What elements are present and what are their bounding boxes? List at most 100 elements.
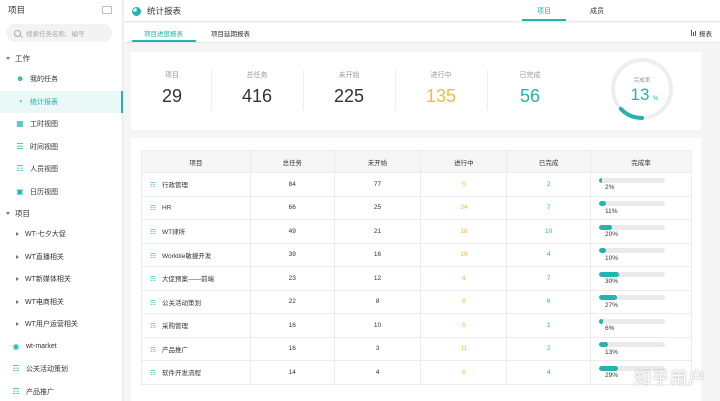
progress-bar — [599, 177, 666, 183]
sidebar: 项目 搜索任务名称、编号 工作 ☻ 我的任务 ◔ 统计报表 ▦ 工时视图 ☰ 时… — [0, 0, 123, 401]
sidebar-project-pr[interactable]: ☶ 公关活动策划 — [0, 358, 122, 381]
project-icon: ☶ — [150, 182, 156, 190]
sidebar-item-timeline[interactable]: ☰ 时间视图 — [0, 136, 122, 159]
progress-fill — [599, 177, 602, 183]
sidebar-item-label: 工时视图 — [30, 121, 58, 129]
table-row[interactable]: ☶ WT律所 49 21 18 10 20% — [141, 219, 692, 244]
sidebar-group-live[interactable]: WT直播相关 — [0, 246, 122, 269]
table-row[interactable]: ☶ 公关活动策划 22 8 8 6 27% — [141, 289, 692, 314]
stat-label: 已完成 — [519, 72, 541, 79]
stat-value: 29 — [161, 86, 183, 106]
table-row[interactable]: ☶ HR 66 25 34 7 11% — [141, 195, 692, 220]
col-header-in-progress[interactable]: 进行中 — [420, 150, 508, 173]
cell-project[interactable]: ☶ 软件开发流程 — [141, 360, 251, 385]
sidebar-item-calendar[interactable]: ▣ 日历视图 — [0, 181, 122, 204]
sidebar-item-my-tasks[interactable]: ☻ 我的任务 — [0, 68, 122, 91]
sidebar-item-members[interactable]: ☶ 人员视图 — [0, 158, 122, 181]
report-label: 报表 — [699, 31, 712, 38]
project-name: 大促预案——前端 — [162, 276, 214, 284]
section-project-label: 项目 — [15, 208, 30, 218]
divider — [211, 70, 212, 110]
project-name: Worktile敏捷开发 — [162, 252, 212, 260]
table-row[interactable]: ☶ 行政管理 84 77 5 2 2% — [141, 172, 692, 197]
sidebar-project-promotion[interactable]: ☶ 产品推广 — [0, 381, 122, 401]
cell-project[interactable]: ☶ 产品推广 — [141, 336, 251, 361]
project-icon: ◉ — [12, 341, 20, 351]
report-button[interactable]: 报表 — [691, 28, 712, 38]
sidebar-item-label: 产品推广 — [26, 388, 54, 396]
project-name: HR — [162, 204, 172, 212]
cell-project[interactable]: ☶ WT律所 — [141, 219, 251, 244]
sidebar-item-label: 公关活动策划 — [26, 366, 68, 374]
tab-projects[interactable]: 项目 — [537, 6, 551, 16]
cell-project[interactable]: ☶ 大促预案——前端 — [141, 266, 251, 291]
stat-not-started: 未开始 225 — [329, 70, 369, 107]
sidebar-item-label: 统计报表 — [30, 98, 58, 106]
user-icon: ☻ — [16, 74, 25, 84]
cell-project[interactable]: ☶ 采购管理 — [141, 313, 251, 338]
sidebar-group-ecommerce[interactable]: WT电商相关 — [0, 291, 122, 314]
rate-text: 20% — [605, 231, 619, 239]
sidebar-group-newmedia[interactable]: WT新媒体相关 — [0, 268, 122, 291]
table-header-row: 项目 总任务 未开始 进行中 已完成 完成率 — [141, 150, 692, 173]
cell-not-started: 25 — [333, 195, 422, 220]
cell-total: 39 — [249, 242, 335, 267]
cell-done: 10 — [506, 219, 592, 244]
cell-project[interactable]: ☶ 公关活动策划 — [141, 289, 251, 314]
sidebar-item-reports[interactable]: ◔ 统计报表 — [0, 90, 123, 113]
table-row[interactable]: ☶ 产品推广 16 3 11 2 13% — [141, 336, 692, 361]
col-header-not-started[interactable]: 未开始 — [333, 150, 422, 173]
table-row[interactable]: ☶ Worktile敏捷开发 39 16 19 4 10% — [141, 242, 692, 267]
sidebar-item-label: WT新媒体相关 — [25, 276, 71, 284]
table-row[interactable]: ☶ 大促预案——前端 23 12 4 7 30% — [141, 266, 692, 291]
completion-ring: 完成率 13 % — [611, 58, 673, 120]
table-row[interactable]: ☶ 软件开发流程 14 4 6 4 29% — [141, 360, 692, 385]
chevron-right-icon — [16, 299, 19, 304]
stat-value: 135 — [425, 86, 457, 106]
cell-not-started: 3 — [333, 336, 422, 361]
cell-project[interactable]: ☶ HR — [141, 195, 251, 220]
completion-unit: % — [653, 96, 659, 102]
col-header-done[interactable]: 已完成 — [506, 150, 592, 173]
sidebar-item-label: wt-market — [26, 343, 57, 351]
cell-total: 14 — [249, 360, 335, 385]
divider — [487, 70, 488, 110]
sidebar-group-user-ops[interactable]: WT用户运营相关 — [0, 313, 122, 336]
tab-progress-report[interactable]: 项目进度报表 — [144, 28, 183, 38]
tab-underline — [522, 19, 566, 21]
rate-text: 30% — [605, 278, 619, 286]
section-work[interactable]: 工作 — [0, 48, 122, 68]
cell-done: 2 — [506, 172, 592, 197]
col-header-rate[interactable]: 完成率 — [590, 150, 692, 173]
inbox-icon[interactable] — [102, 6, 112, 14]
section-work-label: 工作 — [15, 53, 30, 63]
tab-members[interactable]: 成员 — [590, 6, 604, 16]
tab-delay-report[interactable]: 项目延期报表 — [211, 28, 250, 38]
table-body: ☶ 行政管理 84 77 5 2 2% ☶ HR 66 25 34 7 11% ☶ WT律所 49 21 18 10 2… — [141, 172, 692, 385]
progress-fill — [599, 201, 607, 207]
cell-rate: 20% — [590, 219, 692, 244]
sidebar-group-qixi[interactable]: WT-七夕大促 — [0, 223, 122, 246]
chevron-right-icon — [16, 254, 19, 259]
sidebar-item-label: WT-七夕大促 — [25, 231, 66, 239]
top-header: 统计报表 项目 成员 — [124, 0, 720, 22]
project-icon: ☶ — [150, 370, 156, 378]
cell-project[interactable]: ☶ Worktile敏捷开发 — [141, 242, 251, 267]
cell-in-progress: 5 — [420, 172, 508, 197]
sidebar-project-wt-market[interactable]: ◉ wt-market — [0, 336, 122, 359]
search-input[interactable]: 搜索任务名称、编号 — [6, 24, 112, 42]
cell-in-progress: 5 — [420, 313, 508, 338]
project-icon: ☶ — [150, 276, 156, 284]
cell-project[interactable]: ☶ 行政管理 — [141, 172, 251, 197]
rate-text: 29% — [605, 372, 619, 380]
sidebar-title: 项目 — [8, 5, 26, 15]
col-header-project[interactable]: 项目 — [141, 150, 251, 173]
stat-projects: 项目 29 — [153, 70, 191, 107]
cell-rate: 11% — [590, 195, 692, 220]
report-table-panel: 项目 总任务 未开始 进行中 已完成 完成率 ☶ 行政管理 84 77 5 2 2% ☶ HR 6… — [131, 138, 701, 401]
search-placeholder: 搜索任务名称、编号 — [26, 31, 85, 38]
col-header-total[interactable]: 总任务 — [249, 150, 335, 173]
section-project[interactable]: 项目 — [0, 203, 122, 223]
table-row[interactable]: ☶ 采购管理 16 10 5 1 6% — [141, 313, 692, 338]
sidebar-item-worktime[interactable]: ▦ 工时视图 — [0, 113, 122, 136]
